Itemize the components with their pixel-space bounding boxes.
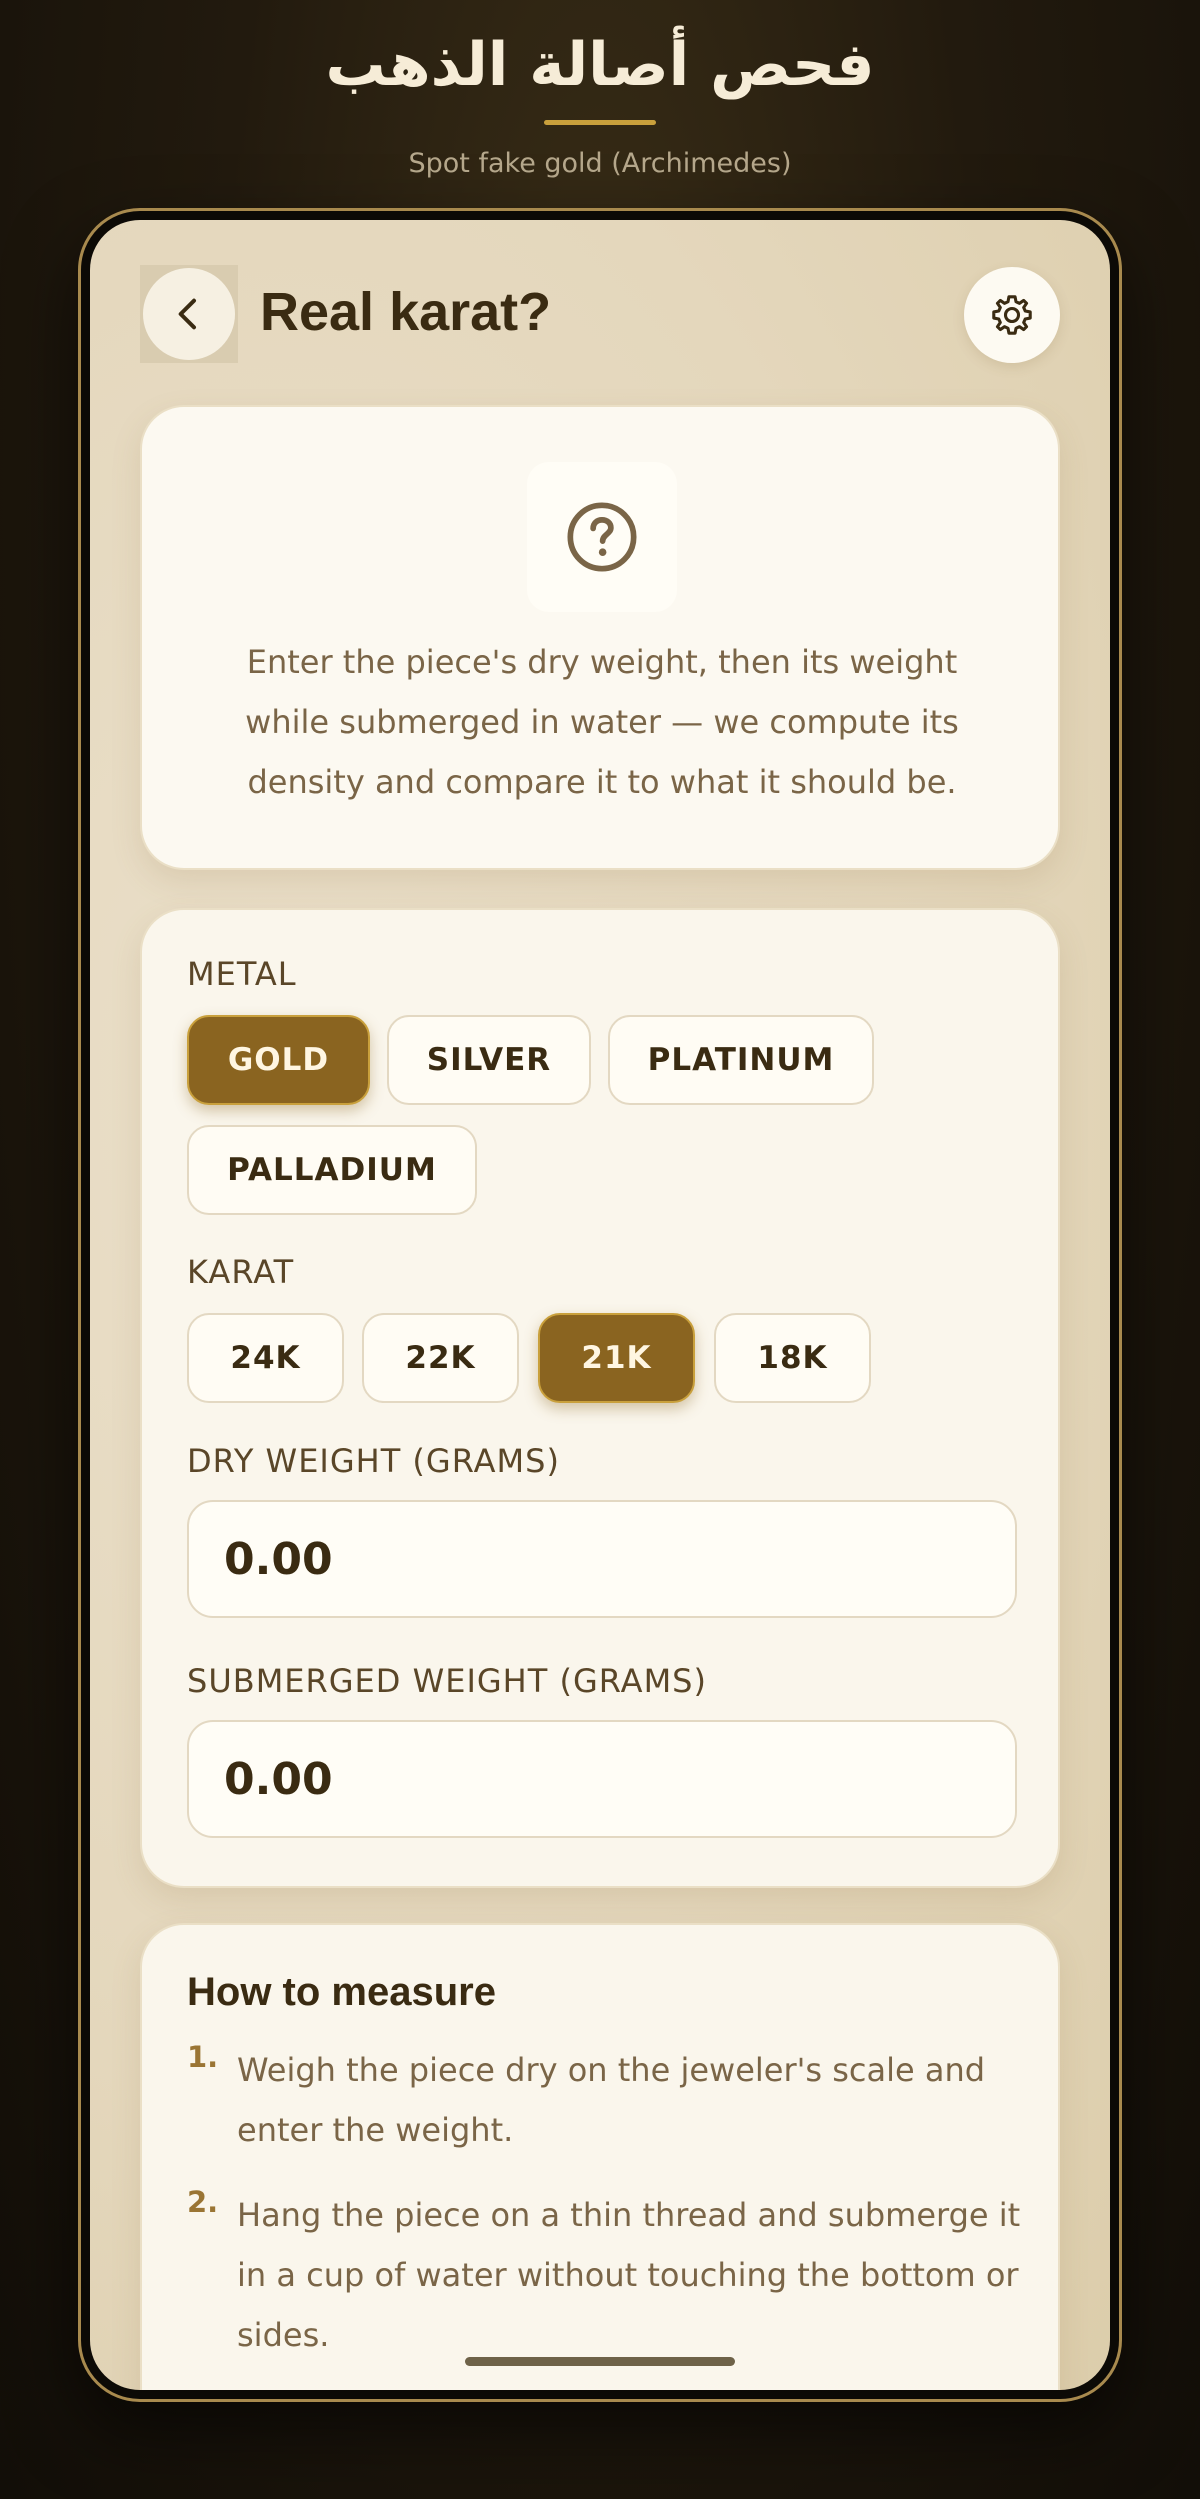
- step-text: Weigh the piece dry on the jeweler's sca…: [237, 2051, 986, 2149]
- back-button[interactable]: [140, 265, 238, 363]
- karat-chip-22k[interactable]: 22K: [362, 1313, 519, 1403]
- how-to-title: How to measure: [187, 1970, 496, 2014]
- metal-chip-platinum[interactable]: PLATINUM: [608, 1015, 874, 1105]
- app-subtitle: Spot fake gold (Archimedes): [408, 148, 792, 179]
- intro-text: Enter the piece's dry weight, then its w…: [245, 643, 959, 801]
- karat-chip-18k[interactable]: 18K: [714, 1313, 871, 1403]
- measurement-form-card: METAL GOLD SILVER PLATINUM PALLADIUM KAR…: [140, 908, 1060, 1888]
- intro-card: Enter the piece's dry weight, then its w…: [140, 405, 1060, 870]
- screen-title: Real karat?: [260, 282, 552, 342]
- metal-chip-palladium[interactable]: PALLADIUM: [187, 1125, 477, 1215]
- metal-label: METAL: [187, 955, 297, 993]
- step-number: 2.: [187, 2185, 219, 2219]
- dry-weight-input[interactable]: 0.00: [187, 1500, 1017, 1618]
- how-to-card: How to measure 1. Weigh the piece dry on…: [140, 1923, 1060, 2390]
- settings-button[interactable]: [964, 267, 1060, 363]
- help-tile: [527, 462, 677, 612]
- submerged-weight-label: SUBMERGED WEIGHT (GRAMS): [187, 1662, 707, 1700]
- title-underline: [544, 120, 656, 125]
- karat-label: KARAT: [187, 1253, 295, 1291]
- app-title: فحص أصالة الذهب: [325, 30, 875, 100]
- step-item: 2. Hang the piece on a thin thread and s…: [187, 2185, 1020, 2375]
- karat-chip-21k[interactable]: 21K: [538, 1313, 695, 1403]
- step-number: 1.: [187, 2040, 219, 2074]
- phone-screen: Real karat? Enter the piece's dry weight…: [90, 220, 1110, 2390]
- submerged-weight-input[interactable]: 0.00: [187, 1720, 1017, 1838]
- step-text: Hang the piece on a thin thread and subm…: [237, 2196, 1021, 2354]
- dry-weight-label: DRY WEIGHT (GRAMS): [187, 1442, 560, 1480]
- top-bar: Real karat?: [140, 265, 1060, 365]
- metal-chip-silver[interactable]: SILVER: [387, 1015, 591, 1105]
- question-circle-icon: [567, 502, 637, 572]
- home-indicator[interactable]: [465, 2357, 735, 2366]
- karat-chip-24k[interactable]: 24K: [187, 1313, 344, 1403]
- gear-icon: [992, 295, 1032, 335]
- step-item: 1. Weigh the piece dry on the jeweler's …: [187, 2040, 1017, 2170]
- metal-chip-gold[interactable]: GOLD: [187, 1015, 370, 1105]
- chevron-left-icon: [178, 298, 196, 330]
